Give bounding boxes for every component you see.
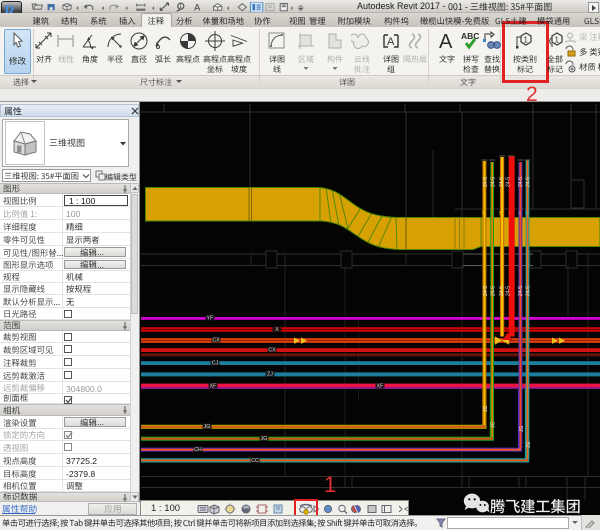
svg-text:5: 5 xyxy=(525,211,528,217)
svg-text:5: 5 xyxy=(490,211,493,217)
svg-text:JG: JG xyxy=(526,442,532,449)
svg-text:24-5: 24-5 xyxy=(518,177,524,187)
svg-text:XF: XF xyxy=(210,384,217,390)
svg-text:CH: CH xyxy=(194,447,202,453)
svg-text:5: 5 xyxy=(482,211,485,217)
svg-text:1: 1 xyxy=(179,4,182,10)
svg-text:JG: JG xyxy=(483,406,489,413)
svg-text:24-5: 24-5 xyxy=(506,286,512,296)
svg-text:CX: CX xyxy=(268,348,276,354)
svg-text:A: A xyxy=(439,31,453,52)
svg-text:CX: CX xyxy=(212,338,220,344)
svg-text:5: 5 xyxy=(508,211,511,217)
svg-text:X: X xyxy=(275,327,279,333)
svg-text:24-5: 24-5 xyxy=(506,177,512,187)
svg-text:24-5: 24-5 xyxy=(526,286,532,296)
svg-text:ABC: ABC xyxy=(461,31,479,41)
svg-text:24-5: 24-5 xyxy=(491,286,497,296)
svg-text:ZJ: ZJ xyxy=(267,372,273,378)
svg-text:24-5: 24-5 xyxy=(526,177,532,187)
svg-text:CC: CC xyxy=(251,458,259,464)
svg-text:JG: JG xyxy=(261,436,268,442)
svg-text:JG: JG xyxy=(519,426,525,433)
svg-text:5: 5 xyxy=(499,211,502,217)
svg-text:JG: JG xyxy=(204,424,211,430)
svg-text:A: A xyxy=(194,2,201,12)
svg-text:A: A xyxy=(387,36,395,48)
svg-text:24-5: 24-5 xyxy=(499,286,505,296)
svg-text:JG: JG xyxy=(491,422,497,429)
svg-text:YF: YF xyxy=(207,316,214,322)
svg-text:24-5: 24-5 xyxy=(518,286,524,296)
svg-text:24-5: 24-5 xyxy=(491,177,497,187)
svg-text:24-5: 24-5 xyxy=(499,177,505,187)
svg-text:5: 5 xyxy=(518,211,521,217)
svg-text:CJ: CJ xyxy=(212,361,219,367)
svg-text:24-5: 24-5 xyxy=(483,177,489,187)
svg-text:1: 1 xyxy=(555,36,560,45)
svg-text:XF: XF xyxy=(377,384,384,390)
svg-text:24-5: 24-5 xyxy=(483,286,489,296)
